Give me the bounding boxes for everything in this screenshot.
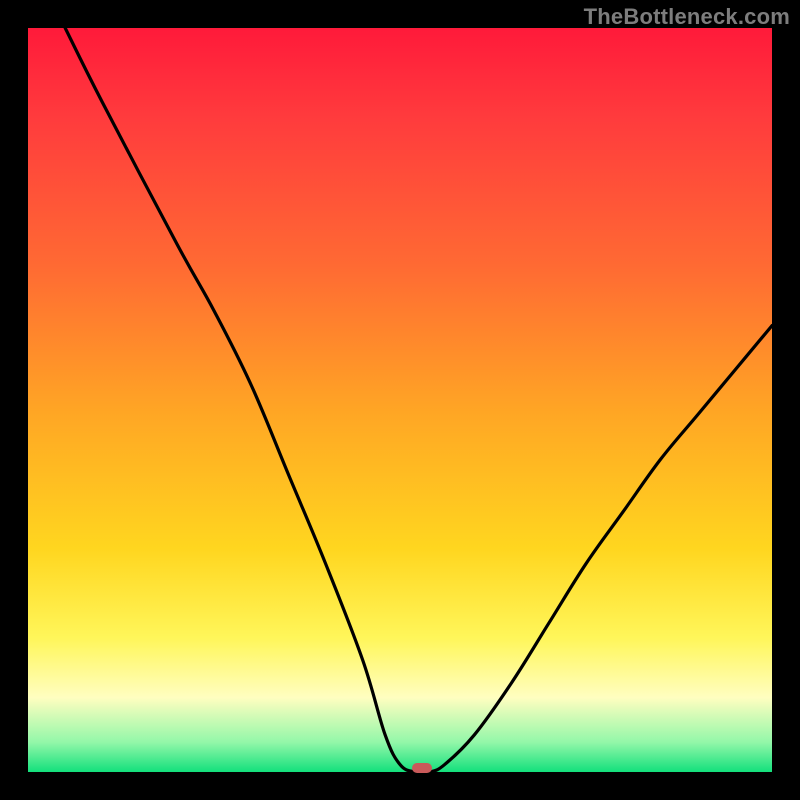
chart-frame: TheBottleneck.com (0, 0, 800, 800)
bottleneck-marker (412, 763, 432, 773)
chart-plot-area (28, 28, 772, 772)
curve-path (65, 28, 772, 772)
bottleneck-curve (28, 28, 772, 772)
attribution-text: TheBottleneck.com (584, 4, 790, 30)
